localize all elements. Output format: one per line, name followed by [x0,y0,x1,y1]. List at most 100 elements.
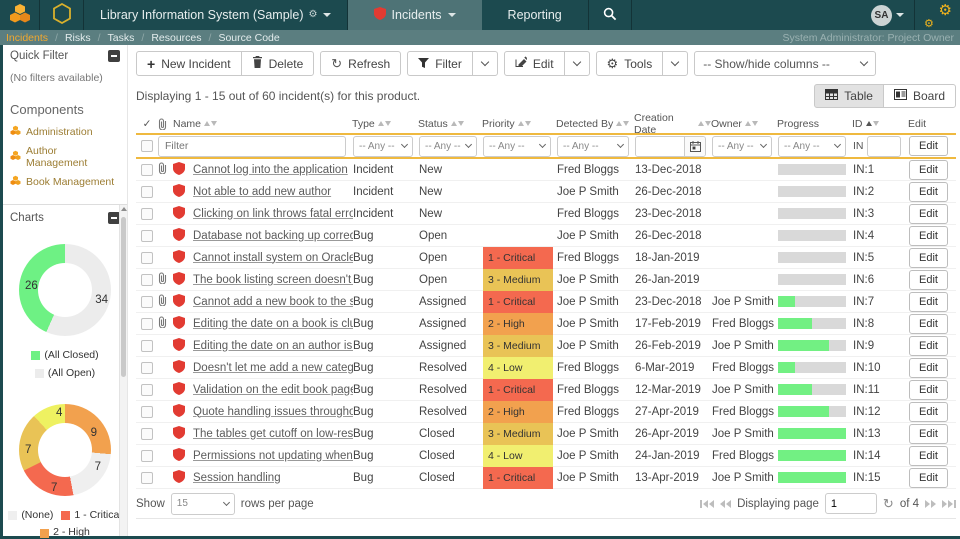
incident-name-link[interactable]: Session handling [193,472,281,484]
nav-tab-reporting[interactable]: Reporting [482,0,588,30]
row-checkbox[interactable] [141,230,153,242]
row-edit-button[interactable]: Edit [909,468,948,488]
first-page-button[interactable] [700,500,714,508]
incident-name-link[interactable]: Database not backing up correctly [193,230,353,242]
creation-date-filter-input[interactable] [636,137,684,156]
column-header-detected-by[interactable]: Detected By [556,118,634,130]
incident-name-link[interactable]: Not able to add new author [193,186,331,198]
table-row[interactable]: Cannot log into the application Incident… [136,159,956,181]
incident-priority-donut-chart[interactable]: 97774 [19,404,111,496]
table-row[interactable]: Validation on the edit book page Bug Res… [136,379,956,401]
row-checkbox[interactable] [141,274,153,286]
incident-name-link[interactable]: Doesn't let me add a new category [193,362,353,374]
row-edit-button[interactable]: Edit [909,380,948,400]
incident-name-link[interactable]: The tables get cutoff on low-res modes [193,428,353,440]
show-hide-columns-select[interactable]: -- Show/hide columns -- [694,51,876,76]
row-edit-button[interactable]: Edit [909,226,948,246]
detected-by-filter-select[interactable]: -- Any -- [557,136,629,157]
row-checkbox[interactable] [141,472,153,484]
app-logo[interactable] [0,0,40,30]
incident-open-closed-donut-chart[interactable]: 3426 [19,244,111,336]
global-search-button[interactable] [588,0,632,30]
row-edit-button[interactable]: Edit [909,204,948,224]
table-row[interactable]: Clicking on link throws fatal error Inci… [136,203,956,225]
table-row[interactable]: Doesn't let me add a new category Bug Re… [136,357,956,379]
component-item-author-management[interactable]: Author Management [3,142,127,172]
admin-settings-button[interactable]: ⚙ ⚙ [914,0,960,30]
filter-edit-button[interactable]: Edit [909,136,948,156]
last-page-button[interactable] [942,500,956,508]
board-view-button[interactable]: Board [883,84,956,108]
owner-filter-select[interactable]: -- Any -- [712,136,772,157]
incident-name-link[interactable]: Quote handling issues throughout [193,406,353,418]
row-checkbox[interactable] [141,450,153,462]
scrollbar-thumb[interactable] [121,217,126,377]
incident-name-link[interactable]: Cannot log into the application [193,164,348,176]
next-page-button[interactable] [925,500,936,508]
subnav-tab-incidents[interactable]: Incidents [6,32,48,44]
table-view-button[interactable]: Table [814,84,884,108]
tools-button[interactable]: ⚙ Tools [596,51,664,76]
filter-button[interactable]: Filter [407,51,473,76]
name-filter-input[interactable] [158,136,346,157]
new-incident-button[interactable]: + New Incident [136,51,242,76]
column-header-id[interactable]: ID [852,118,908,130]
column-header-status[interactable]: Status [418,118,482,130]
workspace-switcher[interactable] [40,0,84,30]
incident-name-link[interactable]: The book listing screen doesn't sort [193,274,353,286]
id-filter-input[interactable] [867,136,901,157]
select-all-checkmark-icon[interactable]: ✓ [136,118,158,130]
row-checkbox[interactable] [141,252,153,264]
column-header-creation-date[interactable]: Creation Date [634,112,711,136]
table-row[interactable]: Permissions not updating when changed Bu… [136,445,956,467]
row-edit-button[interactable]: Edit [909,270,948,290]
edit-dropdown-button[interactable] [564,51,590,76]
tools-dropdown-button[interactable] [662,51,688,76]
incident-name-link[interactable]: Cannot add a new book to the system [193,296,353,308]
project-menu[interactable]: Library Information System (Sample) ⚙ [84,0,348,30]
incident-name-link[interactable]: Editing the date on an author is clunky [193,340,353,352]
refresh-button[interactable]: ↻ Refresh [320,51,401,76]
status-filter-select[interactable]: -- Any -- [419,136,477,157]
row-edit-button[interactable]: Edit [909,336,948,356]
row-edit-button[interactable]: Edit [909,314,948,334]
subnav-tab-tasks[interactable]: Tasks [108,32,135,44]
row-checkbox[interactable] [141,208,153,220]
calendar-icon[interactable] [684,137,705,156]
row-edit-button[interactable]: Edit [909,160,948,180]
row-edit-button[interactable]: Edit [909,424,948,444]
page-number-input[interactable] [825,493,877,514]
table-row[interactable]: Database not backing up correctly Bug Op… [136,225,956,247]
row-checkbox[interactable] [141,164,153,176]
incident-name-link[interactable]: Editing the date on a book is clunky [193,318,353,330]
row-checkbox[interactable] [141,384,153,396]
row-edit-button[interactable]: Edit [909,248,948,268]
scroll-up-arrow-icon[interactable] [121,207,127,211]
row-edit-button[interactable]: Edit [909,182,948,202]
table-row[interactable]: Cannot install system on Oracle 9i Bug O… [136,247,956,269]
row-checkbox[interactable] [141,186,153,198]
row-checkbox[interactable] [141,340,153,352]
table-row[interactable]: Quote handling issues throughout Bug Res… [136,401,956,423]
priority-filter-select[interactable]: -- Any -- [483,136,551,157]
table-row[interactable]: The book listing screen doesn't sort Bug… [136,269,956,291]
table-row[interactable]: Session handling Bug Closed 1 - Critical… [136,467,956,489]
user-menu[interactable]: SA [861,0,914,30]
incident-name-link[interactable]: Clicking on link throws fatal error [193,208,353,220]
delete-button[interactable]: Delete [241,51,315,76]
table-row[interactable]: Not able to add new author Incident New … [136,181,956,203]
component-item-administration[interactable]: Administration [3,122,127,142]
previous-page-button[interactable] [720,500,731,508]
subnav-tab-source-code[interactable]: Source Code [218,32,279,44]
type-filter-select[interactable]: -- Any -- [353,136,413,157]
row-checkbox[interactable] [141,362,153,374]
filter-dropdown-button[interactable] [472,51,498,76]
table-row[interactable]: The tables get cutoff on low-res modes B… [136,423,956,445]
incident-name-link[interactable]: Cannot install system on Oracle 9i [193,252,353,264]
component-item-book-management[interactable]: Book Management [3,172,127,192]
row-edit-button[interactable]: Edit [909,402,948,422]
subnav-tab-risks[interactable]: Risks [65,32,91,44]
row-edit-button[interactable]: Edit [909,358,948,378]
column-header-name[interactable]: Name [173,118,352,130]
column-header-owner[interactable]: Owner [711,118,777,130]
